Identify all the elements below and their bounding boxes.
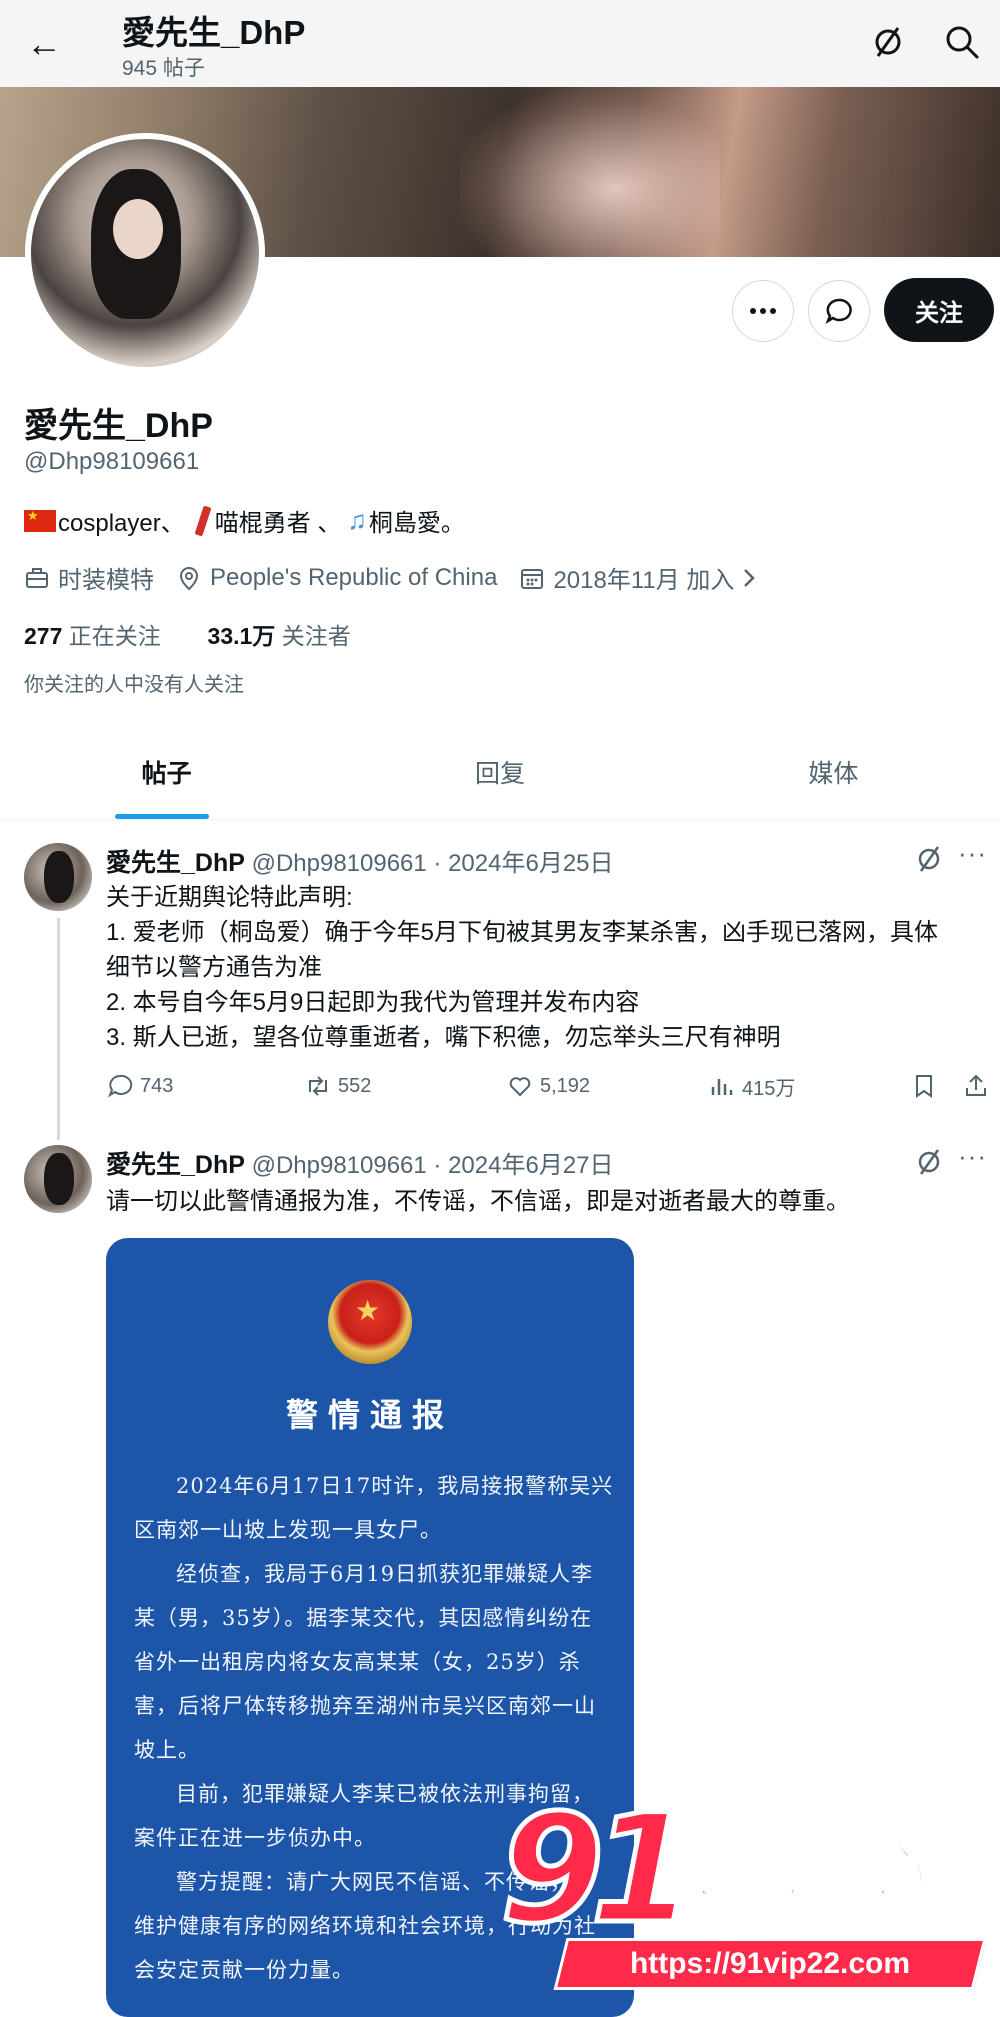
following-label: 正在关注	[68, 623, 161, 649]
reply-button[interactable]: 743	[106, 1072, 173, 1100]
back-arrow-icon[interactable]: ←	[22, 22, 66, 66]
stick-emoji-icon	[193, 506, 209, 536]
watermark-url-banner: https://91vip22.com	[553, 1938, 987, 1990]
views-count: 415万	[742, 1078, 796, 1100]
follow-stats: 277 正在关注 33.1万 关注者	[24, 617, 351, 651]
police-emblem-icon	[328, 1280, 412, 1364]
watermark-logo: 91 吃瓜中心 https://91vip22.com	[498, 1783, 1000, 2017]
more-options-button[interactable]	[732, 280, 794, 342]
followers-label: 关注者	[281, 623, 351, 649]
tweet-header: 愛先生_DhP @Dhp98109661 · 2024年6月25日	[106, 843, 614, 879]
bio-part-1: cosplayer、	[58, 510, 185, 537]
followers-count: 33.1万	[207, 623, 276, 649]
bookmark-icon	[916, 1075, 932, 1098]
category-label: 时装模特	[58, 567, 154, 594]
like-count: 5,192	[540, 1074, 591, 1097]
joined-item[interactable]: 2018年11月 加入	[519, 560, 758, 595]
tab-replies[interactable]: 回复	[333, 728, 666, 819]
china-flag-icon	[24, 508, 56, 532]
follow-button[interactable]: 关注	[884, 278, 994, 342]
profile-meta: 时装模特 People's Republic of China 2018年11月…	[24, 560, 780, 595]
more-dots-icon	[750, 308, 776, 314]
tweet-avatar[interactable]	[24, 843, 92, 911]
chevron-right-icon	[744, 568, 756, 587]
views-button[interactable]: 415万	[708, 1072, 795, 1101]
tweet-author-name[interactable]: 愛先生_DhP	[106, 1151, 245, 1179]
profile-name: 愛先生_DhP	[24, 407, 213, 445]
location-item: People's Republic of China	[176, 564, 497, 592]
active-tab-indicator	[114, 814, 209, 819]
share-button[interactable]	[962, 1072, 996, 1100]
grok-icon[interactable]	[912, 1145, 946, 1179]
banner-decoration	[460, 87, 720, 257]
reply-icon	[107, 1074, 133, 1098]
location-label: People's Republic of China	[210, 563, 498, 591]
tab-media[interactable]: 媒体	[667, 728, 1000, 819]
category-item: 时装模特	[24, 560, 154, 595]
tweet-line: 关于近期舆论特此声明:	[106, 884, 353, 911]
tweet-meta[interactable]: @Dhp98109661 · 2024年6月25日	[252, 850, 614, 877]
location-pin-icon	[179, 566, 199, 590]
retweet-count: 552	[338, 1074, 372, 1097]
bio-part-2: 喵棍勇者 、	[214, 510, 342, 537]
header-title: 愛先生_DhP	[122, 14, 306, 51]
joined-label: 2018年11月 加入	[553, 567, 735, 594]
message-button[interactable]	[808, 280, 870, 342]
tweet-author-name[interactable]: 愛先生_DhP	[106, 849, 245, 877]
tweet-line: 1. 爱老师（桐岛爱）确于今年5月下旬被其男友李某杀害，凶手现已落网，具体	[106, 919, 939, 946]
tweet-body: 关于近期舆论特此声明: 1. 爱老师（桐岛爱）确于今年5月下旬被其男友李某杀害，…	[106, 880, 996, 1055]
tweet-avatar[interactable]	[24, 1145, 92, 1213]
notice-paragraph: 经侦查，我局于6月19日抓获犯罪嫌疑人李某（男，35岁）。据李某交代，其因感情纠…	[134, 1562, 596, 1762]
tab-media-label: 媒体	[808, 760, 859, 788]
tweet-meta[interactable]: @Dhp98109661 · 2024年6月27日	[252, 1152, 614, 1179]
calendar-icon	[521, 568, 544, 589]
following-link[interactable]: 277 正在关注	[24, 623, 161, 649]
profile-handle: @Dhp98109661	[24, 448, 200, 475]
mutual-followers-note: 你关注的人中没有人关注	[24, 674, 244, 696]
profile-tabs: 帖子 回复 媒体	[0, 728, 1000, 820]
top-bar: ← 愛先生_DhP 945 帖子	[0, 0, 1000, 87]
profile-avatar[interactable]	[25, 133, 265, 373]
tweet-line: 3. 斯人已逝，望各位尊重逝者，嘴下积德，勿忘举头三尺有神明	[106, 1024, 781, 1051]
like-button[interactable]: 5,192	[506, 1072, 590, 1100]
thread-line	[57, 918, 60, 1140]
tweet-line: 细节以警方通告为准	[106, 954, 322, 981]
grok-icon[interactable]	[866, 20, 910, 64]
analytics-icon	[711, 1078, 733, 1095]
profile-bio: cosplayer、 喵棍勇者 、 ♫ 桐島愛。	[24, 503, 465, 538]
share-icon	[966, 1074, 986, 1096]
retweet-icon	[309, 1076, 327, 1096]
tab-replies-label: 回复	[474, 760, 525, 788]
watermark-number: 91	[498, 1783, 698, 1957]
tweet-more-icon[interactable]: ···	[958, 838, 987, 869]
post-count: 945 帖子	[122, 57, 205, 80]
tab-posts[interactable]: 帖子	[0, 728, 333, 819]
tweet-line: 2. 本号自今年5月9日起即为我代为管理并发布内容	[106, 989, 640, 1016]
notice-paragraph: 2024年6月17日17时许，我局接报警称吴兴区南郊一山坡上发现一具女尸。	[134, 1474, 614, 1542]
tweet-body: 请一切以此警情通报为准，不传谣，不信谣，即是对逝者最大的尊重。	[106, 1188, 850, 1215]
tweet-more-icon[interactable]: ···	[958, 1141, 987, 1172]
tweet-header: 愛先生_DhP @Dhp98109661 · 2024年6月27日	[106, 1145, 614, 1181]
notice-title: 警情通报	[285, 1396, 454, 1434]
watermark-slogan: 吃瓜中心	[673, 1836, 924, 1908]
reply-count: 743	[140, 1074, 174, 1097]
bookmark-button[interactable]	[910, 1072, 944, 1100]
search-icon[interactable]	[940, 20, 984, 64]
watermark-url: https://91vip22.com	[629, 1947, 911, 1980]
avatar-face	[113, 199, 163, 259]
message-bubble-icon	[825, 298, 852, 324]
bio-part-3: 桐島愛。	[368, 510, 465, 537]
music-note-icon: ♫	[347, 505, 367, 535]
tweet-actions: 743 552 5,192 415万	[106, 1072, 996, 1112]
heart-icon	[509, 1077, 531, 1097]
grok-icon[interactable]	[912, 842, 946, 876]
followers-link[interactable]: 33.1万 关注者	[208, 623, 351, 649]
tab-posts-label: 帖子	[141, 760, 192, 788]
briefcase-icon	[26, 567, 48, 588]
retweet-button[interactable]: 552	[304, 1072, 371, 1100]
following-count: 277	[24, 623, 63, 649]
